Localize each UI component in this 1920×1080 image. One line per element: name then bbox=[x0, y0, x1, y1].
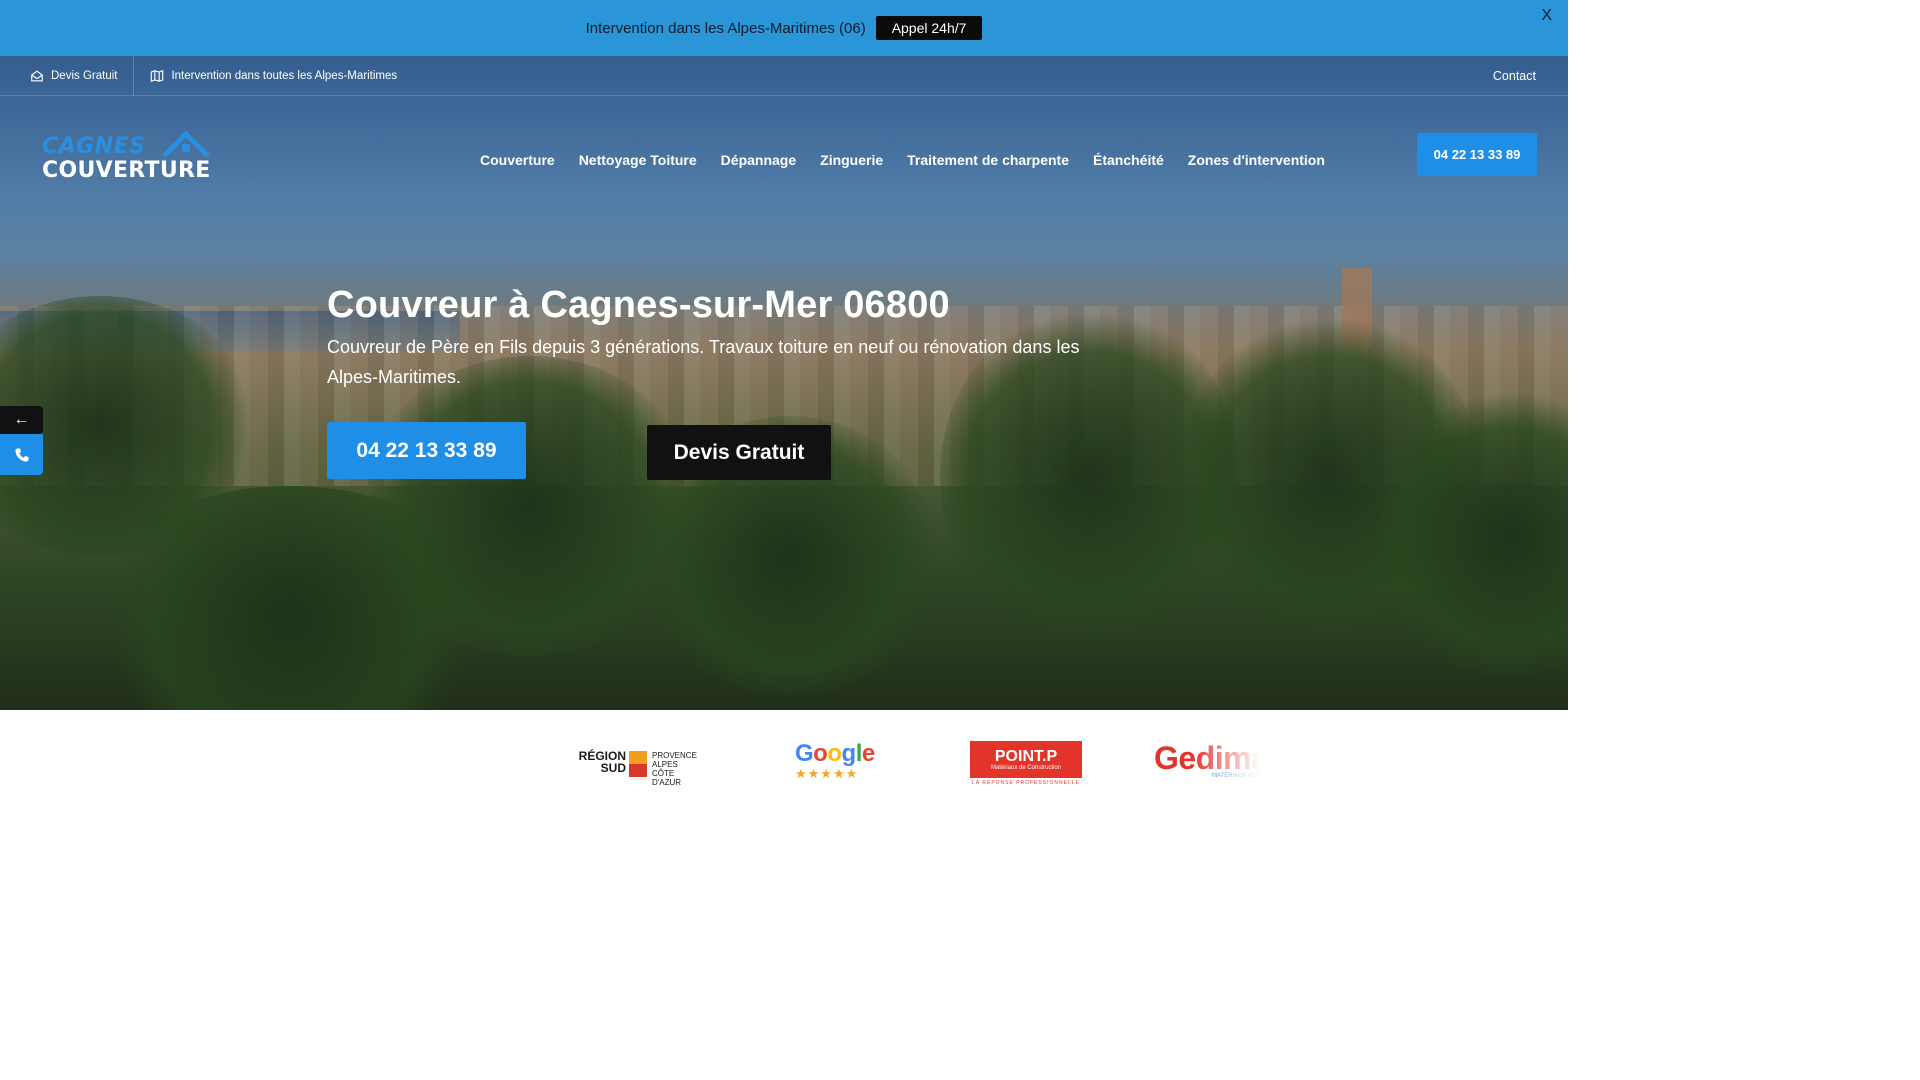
pointp-name: POINT.P bbox=[994, 747, 1058, 765]
side-phone-button[interactable] bbox=[0, 434, 43, 475]
region-sud-flag-icon bbox=[629, 751, 647, 777]
topbar-devis-link[interactable]: Devis Gratuit bbox=[0, 56, 135, 96]
nav-item-zinguerie[interactable]: Zinguerie bbox=[820, 152, 883, 168]
announcement-text: Intervention dans les Alpes-Maritimes (0… bbox=[585, 19, 866, 37]
google-wordmark: Google bbox=[795, 740, 875, 767]
topbar-devis-label: Devis Gratuit bbox=[51, 69, 118, 82]
hero-title: Couvreur à Cagnes-sur-Mer 06800 bbox=[327, 284, 950, 326]
topbar-zone-link[interactable]: Intervention dans toutes les Alpes-Marit… bbox=[134, 56, 413, 96]
phone-icon bbox=[15, 448, 28, 461]
region-detail-1: PROVENCE bbox=[652, 751, 697, 760]
nav-item-traitement-charpente[interactable]: Traitement de charpente bbox=[907, 152, 1069, 168]
map-icon bbox=[151, 69, 164, 82]
hero-section: Devis Gratuit Intervention dans toutes l… bbox=[0, 56, 1568, 710]
nav-item-couverture[interactable]: Couverture bbox=[480, 152, 555, 168]
topbar-contact-link[interactable]: Contact bbox=[1493, 69, 1536, 83]
hero-subtitle: Couvreur de Père en Fils depuis 3 généra… bbox=[327, 337, 1080, 387]
google-reviews-logo: Google ★★★★★ bbox=[795, 740, 875, 784]
call-24h-button[interactable]: Appel 24h/7 bbox=[875, 16, 983, 40]
gedimat-detail: MATÉRIAUX & BRI bbox=[1212, 773, 1264, 779]
region-detail-2: ALPES bbox=[652, 760, 678, 769]
hero-phone-button[interactable]: 04 22 13 33 89 bbox=[327, 422, 526, 479]
region-detail-3: CÔTE D'AZUR bbox=[652, 769, 682, 787]
nav-item-depannage[interactable]: Dépannage bbox=[721, 152, 796, 168]
nav-item-nettoyage-toiture[interactable]: Nettoyage Toiture bbox=[579, 152, 697, 168]
pointp-logo: POINT.P Matériaux de Construction LA RÉP… bbox=[970, 741, 1082, 786]
pointp-detail: Matériaux de Construction bbox=[990, 764, 1062, 771]
side-widget-toggle[interactable]: ← bbox=[0, 406, 43, 434]
nav-item-zones-intervention[interactable]: Zones d'intervention bbox=[1188, 152, 1325, 168]
header-phone-button[interactable]: 04 22 13 33 89 bbox=[1417, 133, 1537, 176]
site-logo[interactable]: CAGNES COUVERTURE bbox=[42, 130, 222, 186]
partner-logos-strip: RÉGION SUD PROVENCE ALPES CÔTE D'AZUR Googl… bbox=[0, 710, 1568, 882]
region-sud-logo: RÉGION SUD PROVENCE ALPES CÔTE D'AZUR bbox=[576, 750, 702, 787]
topbar-zone-label: Intervention dans toutes les Alpes-Marit… bbox=[171, 69, 398, 82]
google-stars: ★★★★★ bbox=[795, 766, 859, 781]
announcement-bar: Intervention dans les Alpes-Maritimes (0… bbox=[0, 0, 1568, 56]
region-sud-name-2: SUD bbox=[600, 761, 626, 775]
hero-devis-button[interactable]: Devis Gratuit bbox=[647, 425, 831, 480]
close-announcement-button[interactable]: X bbox=[1541, 7, 1552, 25]
gedimat-name: Gedima bbox=[1154, 741, 1269, 776]
envelope-open-icon bbox=[31, 69, 43, 81]
pointp-tagline: LA RÉPONSE PROFESSIONNELLE bbox=[972, 780, 1080, 786]
logo-line-cagnes: CAGNES bbox=[42, 134, 146, 159]
top-info-bar: Devis Gratuit Intervention dans toutes l… bbox=[0, 56, 1568, 96]
logo-line-couverture: COUVERTURE bbox=[42, 158, 211, 183]
nav-item-etancheite[interactable]: Étanchéité bbox=[1093, 152, 1164, 168]
house-roof-icon bbox=[162, 130, 210, 158]
gedimat-logo: Gedima MATÉRIAUX & BRI bbox=[1154, 741, 1272, 781]
main-nav: Couverture Nettoyage Toiture Dépannage Z… bbox=[480, 152, 1325, 168]
